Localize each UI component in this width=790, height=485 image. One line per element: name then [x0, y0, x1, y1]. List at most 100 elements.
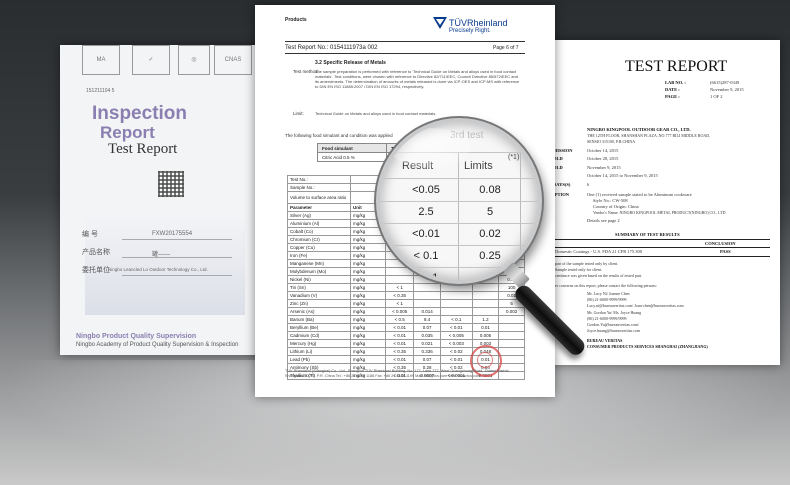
value-cell: mg/kg [350, 307, 386, 316]
value-cell [498, 339, 525, 348]
parameter-cell: Manganese (Mn) [287, 259, 351, 268]
value-cell: mg/kg [350, 299, 386, 308]
brand-name: TÜVRheinland [449, 18, 508, 28]
cnas-logo: CNAS [214, 45, 252, 75]
value-cell [439, 283, 473, 292]
magnified-result: < 0.1 [413, 250, 439, 262]
value-cell: mg/kg [350, 339, 386, 348]
value-cell [439, 299, 473, 308]
section-heading: 3.2 Specific Release of Metals [315, 60, 386, 66]
value-cell: 0.035 [413, 331, 441, 340]
title-test-report: Test Report [108, 141, 178, 157]
parameter-cell: Chromium (Cr) [287, 235, 351, 244]
inspection-report-document: MA ✓ ◎ CNAS 151211104 5 Inspection Repor… [60, 45, 270, 355]
issuer-name: Ningbo Product Quality Supervision [76, 333, 197, 340]
value-cell: 0.002 [498, 307, 525, 316]
magnifying-glass-lens: 3rd test Result Limits (*1) <0.050.082.5… [376, 118, 542, 284]
value-cell: mg/kg [350, 291, 386, 300]
table-row: Arsenic (As) mg/kg < 0.005 0.014 0.002 [287, 307, 525, 316]
value-cell: < 0.01 [384, 331, 415, 340]
value-cell: mg/kg [350, 323, 386, 332]
magnified-limit: 0.25 [479, 250, 501, 262]
title-inspection: Inspection [92, 103, 188, 124]
report-date: November 9, 2015 [710, 87, 744, 92]
value-cell: 0.014 [413, 307, 441, 316]
brand-slogan: Precisely Right. [449, 28, 491, 34]
parameter-cell: Barium (Ba) [287, 315, 351, 324]
report-page: 1 OF 2 [710, 94, 723, 99]
value-cell: < 0.35 [384, 347, 415, 356]
bureau-veritas-test-report: TEST REPORT LAB NO. : (6615)287-0349 DAT… [545, 40, 780, 365]
value-cell: mg/kg [350, 283, 386, 292]
parameter-cell: Zinc (Zn) [287, 299, 351, 308]
value-cell: < 0.003 [439, 339, 473, 348]
value-cell [498, 315, 525, 324]
value-cell: < 0.5 [384, 315, 415, 324]
lab-address-footer: TÜV Rheinland (Shanghai) Co., Ltd., Shan… [285, 369, 510, 378]
value-cell: 0.005 [471, 331, 500, 340]
value-cell: 0.07 [413, 323, 441, 332]
value-cell [498, 331, 525, 340]
parameter-cell: Arsenic (As) [287, 307, 351, 316]
value-cell [413, 299, 441, 308]
value-cell: mg/kg [350, 355, 386, 364]
cert-number: 151211104 5 [86, 88, 115, 94]
magnified-result: <0.01 [412, 228, 440, 240]
lens-glare [390, 128, 470, 168]
limit-text: Technical Guide on Metals and alloys use… [315, 111, 437, 116]
magnified-limit: 5 [486, 206, 494, 218]
field-label: 委托单位 [82, 267, 110, 274]
value-cell: < 0.01 [384, 323, 415, 332]
summary-title: SUMMARY OF TEST RESULTS [615, 232, 680, 237]
table-row: Zinc (Zn) mg/kg < 15 [287, 299, 525, 308]
value-cell: < 0.01 [439, 323, 473, 332]
qr-code [158, 171, 184, 197]
value-cell [498, 323, 525, 332]
field-value: Ningbo Leancled Lo Outdoor Technology Co… [108, 267, 208, 272]
parameter-cell: Iron (Fe) [287, 251, 351, 260]
value-cell [413, 291, 441, 300]
lab-number: (6615)287-0349 [710, 80, 740, 85]
value-cell [413, 283, 441, 292]
report-title: TEST REPORT [625, 58, 728, 75]
condition-intro: The following food simulant and conditio… [285, 133, 393, 138]
parameter-cell: Mercury (Hg) [287, 339, 351, 348]
parameter-cell: Cadmium (Cd) [287, 331, 351, 340]
title-report: Report [100, 123, 155, 142]
value-cell [471, 291, 500, 300]
value-cell [471, 299, 500, 308]
issuer-academy: Ningbo Academy of Product Quality Superv… [76, 342, 239, 348]
limits-footnote: (*1) [508, 154, 520, 161]
magnified-limit: 0.02 [479, 228, 501, 240]
laboratory-logo: ◎ [178, 45, 210, 75]
field-value: FXW20175554 [152, 231, 193, 237]
parameter-cell: Vanadium (V) [287, 291, 351, 300]
value-cell: 0.021 [413, 339, 441, 348]
value-cell [471, 307, 500, 316]
parameter-cell: Tin (Sn) [287, 283, 351, 292]
parameter-cell: Nickel (Ni) [287, 275, 351, 284]
value-cell: mg/kg [350, 315, 386, 324]
magnified-limit: 0.08 [479, 184, 501, 196]
column-limits: Limits [464, 160, 493, 172]
value-cell: 0.336 [413, 347, 441, 356]
cma-logo: MA [82, 45, 120, 75]
value-cell: < 0.005 [384, 307, 415, 316]
bv-office: CONSUMER PRODUCTS SERVICES SHANGHAI (ZHA… [587, 344, 708, 349]
field-value: 罐—— [152, 252, 171, 258]
applicant-name: NINGBO KINGPOOL OUTDOOR GEAR CO., LTD. [587, 127, 691, 132]
parameter-cell: Cobalt (Co) [287, 227, 351, 236]
page-indicator: Page 6 of 7 [493, 45, 519, 51]
report-number: Test Report No.: 0154111973a 002 [285, 45, 378, 51]
parameter-cell: Silver (Ag) [287, 211, 351, 220]
value-cell: < 0.35 [384, 291, 415, 300]
table-row: Beryllium (Be) mg/kg < 0.01 0.07 < 0.01 0.01 [287, 323, 525, 332]
value-cell [439, 291, 473, 300]
parameter-cell: Lithium (Li) [287, 347, 351, 356]
value-cell: < 0.005 [439, 331, 473, 340]
products-label: Products [285, 17, 307, 23]
value-cell: < 1 [384, 283, 415, 292]
test-method-text: The sample preparation is performed with… [315, 69, 520, 89]
table-row: Barium (Ba) mg/kg < 0.5 8.4 < 0.1 1.2 [287, 315, 525, 324]
value-cell: 0.07 [413, 355, 441, 364]
